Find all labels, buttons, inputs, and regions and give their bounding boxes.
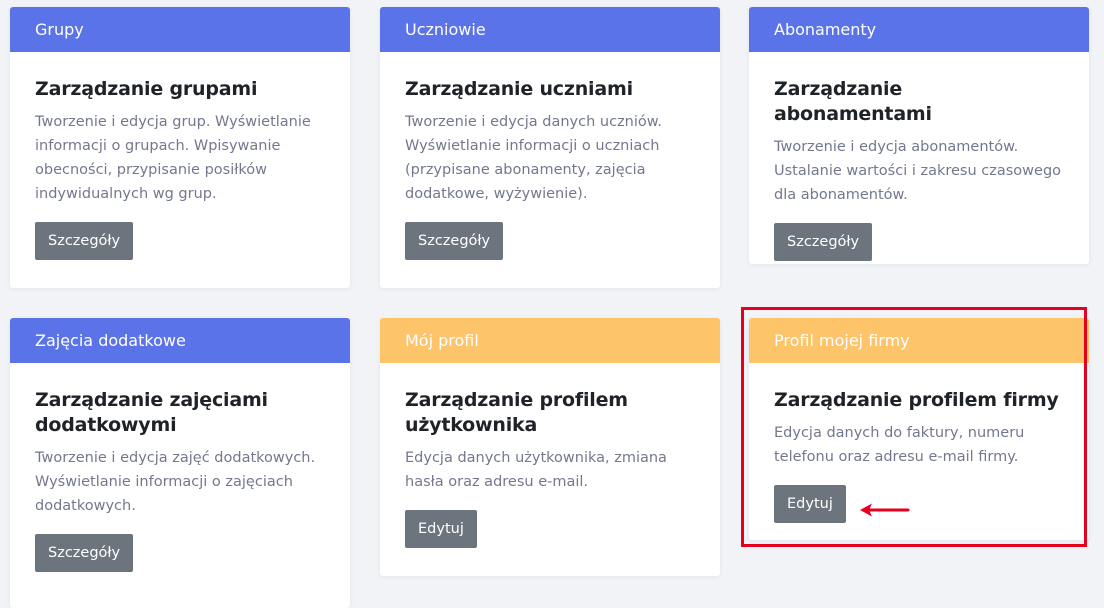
card-title-moj-profil: Zarządzanie profilem użytkownika (405, 389, 628, 436)
card-text-profil-firmy: Edycja danych do faktury, numeru telefon… (774, 425, 1025, 465)
card-grupy: Grupy Zarządzanie grupami Tworzenie i ed… (10, 7, 350, 288)
card-body-zajecia-dodatkowe: Zarządzanie zajęciami dodatkowymi Tworze… (10, 363, 350, 597)
card-profil-firmy: Profil mojej firmy Zarządzanie profilem … (749, 318, 1089, 540)
card-abonamenty: Abonamenty Zarządzanie abonamentami Twor… (749, 7, 1089, 264)
card-moj-profil: Mój profil Zarządzanie profilem użytkown… (380, 318, 720, 576)
edit-button-profil-firmy[interactable]: Edytuj (774, 485, 846, 523)
card-uczniowie: Uczniowie Zarządzanie uczniami Tworzenie… (380, 7, 720, 288)
card-title-uczniowie: Zarządzanie uczniami (405, 78, 633, 100)
card-body-profil-firmy: Zarządzanie profilem firmy Edycja danych… (749, 363, 1089, 540)
card-body-moj-profil: Zarządzanie profilem użytkownika Edycja … (380, 363, 720, 573)
card-text-zajecia-dodatkowe: Tworzenie i edycja zajęć dodatkowych. Wy… (35, 450, 316, 514)
details-button-grupy[interactable]: Szczegóły (35, 222, 134, 260)
card-header-uczniowie: Uczniowie (380, 7, 720, 52)
details-button-abonamenty[interactable]: Szczegóły (774, 223, 873, 261)
card-text-uczniowie: Tworzenie i edycja danych uczniów. Wyświ… (405, 114, 662, 202)
card-body-abonamenty: Zarządzanie abonamentami Tworzenie i edy… (749, 52, 1089, 264)
card-body-uczniowie: Zarządzanie uczniami Tworzenie i edycja … (380, 52, 720, 285)
card-header-grupy: Grupy (10, 7, 350, 52)
card-header-profil-firmy: Profil mojej firmy (749, 318, 1089, 363)
details-button-uczniowie[interactable]: Szczegóły (405, 222, 504, 260)
details-button-zajecia-dodatkowe[interactable]: Szczegóły (35, 534, 134, 572)
card-text-moj-profil: Edycja danych użytkownika, zmiana hasła … (405, 450, 667, 490)
edit-button-moj-profil[interactable]: Edytuj (405, 510, 477, 548)
card-title-zajecia-dodatkowe: Zarządzanie zajęciami dodatkowymi (35, 389, 268, 436)
card-title-profil-firmy: Zarządzanie profilem firmy (774, 389, 1059, 411)
card-text-grupy: Tworzenie i edycja grup. Wyświetlanie in… (35, 114, 311, 202)
card-text-abonamenty: Tworzenie i edycja abonamentów. Ustalani… (774, 139, 1062, 203)
card-header-abonamenty: Abonamenty (749, 7, 1089, 52)
card-zajecia-dodatkowe: Zajęcia dodatkowe Zarządzanie zajęciami … (10, 318, 350, 608)
card-title-abonamenty: Zarządzanie abonamentami (774, 78, 932, 125)
card-body-grupy: Zarządzanie grupami Tworzenie i edycja g… (10, 52, 350, 285)
card-header-zajecia-dodatkowe: Zajęcia dodatkowe (10, 318, 350, 363)
card-header-moj-profil: Mój profil (380, 318, 720, 363)
arrow-left-icon (860, 503, 910, 517)
card-title-grupy: Zarządzanie grupami (35, 78, 258, 100)
